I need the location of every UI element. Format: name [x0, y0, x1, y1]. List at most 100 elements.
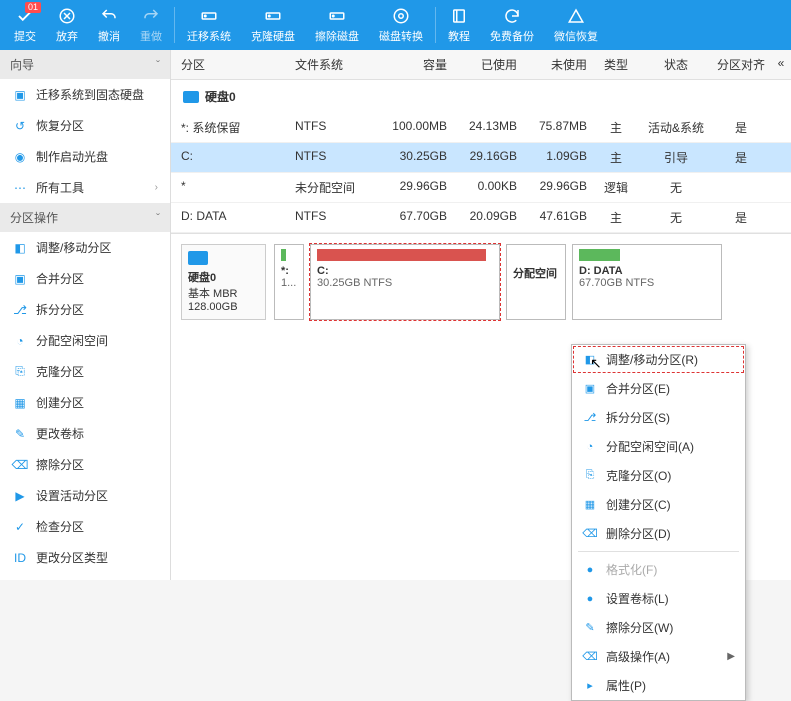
menu-item[interactable]: ⌫ 删除分区(D)	[572, 519, 745, 548]
menu-label: 分配空闲空间(A)	[606, 438, 694, 455]
wizard-item[interactable]: ↺恢复分区	[0, 110, 170, 141]
disk-info-box[interactable]: 硬盘0 基本 MBR 128.00GB	[181, 244, 266, 320]
col-used[interactable]: 已使用	[451, 50, 521, 79]
map-partition[interactable]: *:1...	[274, 244, 304, 320]
col-type[interactable]: 类型	[591, 50, 641, 79]
submit-badge: 01	[25, 2, 41, 13]
menu-icon: ⎘	[582, 468, 598, 484]
item-label: 设置活动分区	[36, 487, 108, 504]
map-partition[interactable]: C:30.25GB NTFS	[310, 244, 500, 320]
menu-separator	[578, 551, 739, 552]
menu-item[interactable]: ◔ 分配空闲空间(A)	[572, 432, 745, 461]
collapse-icon[interactable]: ˇ	[156, 58, 160, 72]
item-label: 创建分区	[36, 394, 84, 411]
map-partition[interactable]: 分配空间	[506, 244, 566, 320]
item-icon: ✎	[12, 426, 28, 442]
ops-item[interactable]: ✎更改卷标	[0, 418, 170, 449]
wipe-button[interactable]: 擦除磁盘	[305, 0, 369, 50]
table-row[interactable]: C:NTFS30.25GB29.16GB1.09GB主引导是	[171, 143, 791, 173]
item-label: 擦除分区	[36, 456, 84, 473]
menu-item[interactable]: ▸ 属性(P)	[572, 671, 745, 700]
ops-item[interactable]: #更改序列号	[0, 573, 170, 580]
disk-map: 硬盘0 基本 MBR 128.00GB *:1...C:30.25GB NTFS…	[171, 233, 791, 330]
item-icon: ▶	[12, 488, 28, 504]
clone-button[interactable]: 克隆硬盘	[241, 0, 305, 50]
book-icon	[449, 6, 469, 26]
item-icon: ⎘	[12, 364, 28, 380]
col-capacity[interactable]: 容量	[371, 50, 451, 79]
item-label: 更改分区类型	[36, 549, 108, 566]
col-align[interactable]: 分区对齐	[711, 50, 771, 79]
chevron-right-icon: ›	[155, 182, 158, 193]
menu-icon: ▣	[582, 381, 598, 397]
ops-item[interactable]: ◔分配空闲空间	[0, 325, 170, 356]
col-status[interactable]: 状态	[641, 50, 711, 79]
ops-item[interactable]: ⎇拆分分区	[0, 294, 170, 325]
menu-label: 删除分区(D)	[606, 525, 671, 542]
col-filesystem[interactable]: 文件系统	[291, 50, 371, 79]
wizard-item[interactable]: ▣迁移系统到固态硬盘	[0, 79, 170, 110]
item-icon: ◔	[12, 333, 28, 349]
menu-item[interactable]: ⎇拆分分区(S)	[572, 403, 745, 432]
convert-button[interactable]: 磁盘转换	[369, 0, 433, 50]
menu-item[interactable]: ▣合并分区(E)	[572, 374, 745, 403]
discard-button[interactable]: 放弃	[46, 0, 88, 50]
menu-icon: ◔	[582, 439, 598, 455]
wechat-button[interactable]: 微信恢复	[544, 0, 608, 50]
col-partition[interactable]: 分区	[171, 50, 291, 79]
table-row[interactable]: *: 系统保留NTFS100.00MB24.13MB75.87MB主活动&系统是	[171, 113, 791, 143]
map-partition[interactable]: D: DATA67.70GB NTFS	[572, 244, 722, 320]
item-icon: ▣	[12, 271, 28, 287]
backup-button[interactable]: 免费备份	[480, 0, 544, 50]
ops-item[interactable]: ▣合并分区	[0, 263, 170, 294]
menu-label: 调整/移动分区(R)	[606, 351, 698, 368]
menu-item[interactable]: ▦创建分区(C)	[572, 490, 745, 519]
toolbar-sep	[174, 7, 175, 43]
menu-label: 设置卷标(L)	[606, 590, 669, 607]
ops-item[interactable]: ⌫擦除分区	[0, 449, 170, 480]
ops-item[interactable]: ✓检查分区	[0, 511, 170, 542]
menu-label: 格式化(F)	[606, 561, 657, 578]
ops-item[interactable]: ◧调整/移动分区	[0, 232, 170, 263]
item-icon: ID	[12, 550, 28, 566]
col-free[interactable]: 未使用	[521, 50, 591, 79]
ops-item[interactable]: ID 更改分区类型	[0, 542, 170, 573]
menu-label: 擦除分区(W)	[606, 619, 673, 636]
menu-item[interactable]: ◧调整/移动分区(R)↖	[572, 345, 745, 374]
col-more[interactable]: «	[771, 50, 791, 79]
menu-item[interactable]: ●设置卷标(L)	[572, 584, 745, 613]
table-row[interactable]: D: DATANTFS67.70GB20.09GB47.61GB主无是	[171, 203, 791, 233]
table-row[interactable]: *未分配空间29.96GB0.00KB29.96GB逻辑无	[171, 173, 791, 203]
menu-label: 属性(P)	[606, 677, 646, 694]
collapse-icon[interactable]: ˇ	[156, 211, 160, 225]
menu-item[interactable]: ⌫ 高级操作(A) ▶	[572, 642, 745, 671]
disk-header[interactable]: 硬盘0	[171, 80, 791, 113]
menu-item[interactable]: ⎘ 克隆分区(O)	[572, 461, 745, 490]
menu-icon: ●	[582, 562, 598, 578]
item-label: 所有工具	[36, 179, 84, 196]
menu-icon: ▸	[582, 678, 598, 694]
wizard-item[interactable]: ◉制作启动光盘	[0, 141, 170, 172]
menu-icon: ⌫	[582, 649, 598, 665]
menu-icon: ⌫	[582, 526, 598, 542]
toolbar-sep	[435, 7, 436, 43]
ops-item[interactable]: ▦创建分区	[0, 387, 170, 418]
tutorial-button[interactable]: 教程	[438, 0, 480, 50]
drive-icon	[199, 6, 219, 26]
redo-button[interactable]: 重做	[130, 0, 172, 50]
submenu-arrow-icon: ▶	[727, 651, 735, 662]
ops-item[interactable]: ▶ 设置活动分区	[0, 480, 170, 511]
submit-button[interactable]: 01 提交	[4, 0, 46, 50]
menu-label: 高级操作(A)	[606, 648, 670, 665]
item-icon: ⋯	[12, 180, 28, 196]
menu-icon: ▦	[582, 497, 598, 513]
menu-item[interactable]: ✎擦除分区(W)	[572, 613, 745, 642]
undo-button[interactable]: 撤消	[88, 0, 130, 50]
main-toolbar: 01 提交 放弃 撤消 重做 迁移系统 克隆硬盘 擦除磁盘 磁盘转换 教程 免费…	[0, 0, 791, 50]
migrate-button[interactable]: 迁移系统	[177, 0, 241, 50]
ops-item[interactable]: ⎘克隆分区	[0, 356, 170, 387]
wizard-item[interactable]: ⋯ 所有工具 ›	[0, 172, 170, 203]
item-icon: ⎇	[12, 302, 28, 318]
item-icon: ▣	[12, 87, 28, 103]
menu-label: 克隆分区(O)	[606, 467, 671, 484]
